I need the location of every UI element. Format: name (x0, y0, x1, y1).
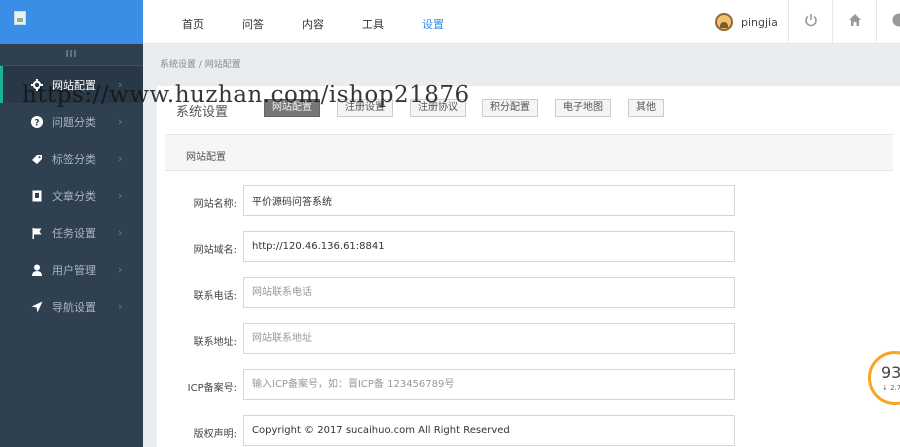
icp-label: ICP备案号: (187, 383, 237, 394)
sidebar-item-label: 网站配置 (52, 78, 96, 92)
phone-label: 联系电话: (193, 291, 237, 302)
help-icon (892, 13, 900, 31)
gear-icon (31, 78, 43, 91)
site-name-label: 网站名称: (193, 199, 237, 210)
sidebar-item-label: 文章分类 (52, 189, 96, 203)
send-icon (31, 301, 43, 313)
form-row-site-name: 网站名称: (157, 185, 900, 217)
address-label: 联系地址: (193, 337, 237, 348)
sidebar-item-label: 问题分类 (52, 115, 96, 129)
chevron-right-icon: › (118, 263, 123, 276)
svg-text:?: ? (34, 118, 39, 128)
flag-icon (31, 227, 43, 239)
settings-card: 系统设置 网站配置 注册设置 注册协议 积分配置 电子地图 其他 网站配置 网站… (157, 86, 900, 447)
nav-item-qa[interactable]: 问答 (242, 16, 264, 32)
form-row-phone: 联系电话: (157, 277, 900, 309)
user-menu[interactable]: pingjia (715, 0, 778, 44)
power-button[interactable] (788, 0, 832, 44)
help-button[interactable] (876, 0, 900, 44)
form-row-site-domain: 网站域名: (157, 231, 900, 263)
sidebar-toggle[interactable]: III (0, 44, 143, 66)
sidebar-item-question-category[interactable]: ? 问题分类 › (0, 103, 143, 140)
nav-item-home[interactable]: 首页 (182, 16, 204, 32)
sidebar-item-label: 标签分类 (52, 152, 96, 166)
icp-input[interactable] (243, 369, 735, 400)
section-header: 网站配置 (165, 134, 893, 171)
sidebar-item-user-management[interactable]: 用户管理 › (0, 251, 143, 288)
sidebar-item-nav-settings[interactable]: 导航设置 › (0, 288, 143, 325)
chevron-right-icon: › (118, 115, 123, 128)
sidebar-item-article-category[interactable]: 文章分类 › (0, 177, 143, 214)
copyright-label: 版权声明: (193, 429, 237, 440)
power-icon (804, 13, 818, 31)
chevron-right-icon: › (118, 226, 123, 239)
nav-item-content[interactable]: 内容 (302, 16, 324, 32)
site-domain-label: 网站域名: (193, 245, 237, 256)
sidebar-item-label: 用户管理 (52, 263, 96, 277)
chevron-right-icon: › (118, 152, 123, 165)
tab-register-agreement[interactable]: 注册协议 (410, 99, 466, 117)
home-icon (848, 13, 862, 31)
tab-points-config[interactable]: 积分配置 (482, 99, 538, 117)
logo-image-icon (14, 11, 26, 25)
logo-area[interactable] (0, 0, 143, 44)
breadcrumb: 系统设置 / 网站配置 (160, 60, 241, 70)
sidebar: III 网站配置 › ? 问题分类 › 标签分类 › 文章分类 › 任务设置 › (0, 0, 143, 447)
home-button[interactable] (832, 0, 876, 44)
sidebar-item-tag-category[interactable]: 标签分类 › (0, 140, 143, 177)
username: pingjia (741, 15, 778, 29)
tab-other[interactable]: 其他 (628, 99, 664, 117)
copyright-input[interactable] (243, 415, 735, 446)
phone-input[interactable] (243, 277, 735, 308)
sidebar-item-label: 任务设置 (52, 226, 96, 240)
tag-icon (31, 153, 43, 165)
sidebar-item-label: 导航设置 (52, 300, 96, 314)
user-icon (31, 264, 43, 276)
chevron-right-icon: › (118, 300, 123, 313)
tab-e-map[interactable]: 电子地图 (555, 99, 611, 117)
menu-collapse-icon: III (65, 49, 78, 60)
sidebar-item-task-settings[interactable]: 任务设置 › (0, 214, 143, 251)
avatar (715, 13, 733, 31)
nav-item-settings[interactable]: 设置 (422, 16, 444, 32)
top-navbar: 首页 问答 内容 工具 设置 pingjia (143, 0, 900, 44)
page-title: 系统设置 (176, 105, 229, 120)
chevron-right-icon: › (118, 78, 123, 91)
tab-site-config[interactable]: 网站配置 (264, 99, 320, 117)
speed-subtext: ↓ 2.7K/ (882, 384, 900, 392)
section-title: 网站配置 (186, 152, 226, 163)
question-icon: ? (31, 115, 43, 128)
site-domain-input[interactable] (243, 231, 735, 262)
chevron-right-icon: › (118, 189, 123, 202)
form-row-copyright: 版权声明: (157, 415, 900, 447)
site-name-input[interactable] (243, 185, 735, 216)
nav-item-tools[interactable]: 工具 (362, 16, 384, 32)
tab-register-settings[interactable]: 注册设置 (337, 99, 393, 117)
speed-value: 93 (881, 363, 900, 382)
article-icon (31, 190, 43, 202)
form-row-address: 联系地址: (157, 323, 900, 355)
address-input[interactable] (243, 323, 735, 354)
sidebar-item-site-config[interactable]: 网站配置 › (0, 66, 143, 103)
form-row-icp: ICP备案号: (157, 369, 900, 401)
